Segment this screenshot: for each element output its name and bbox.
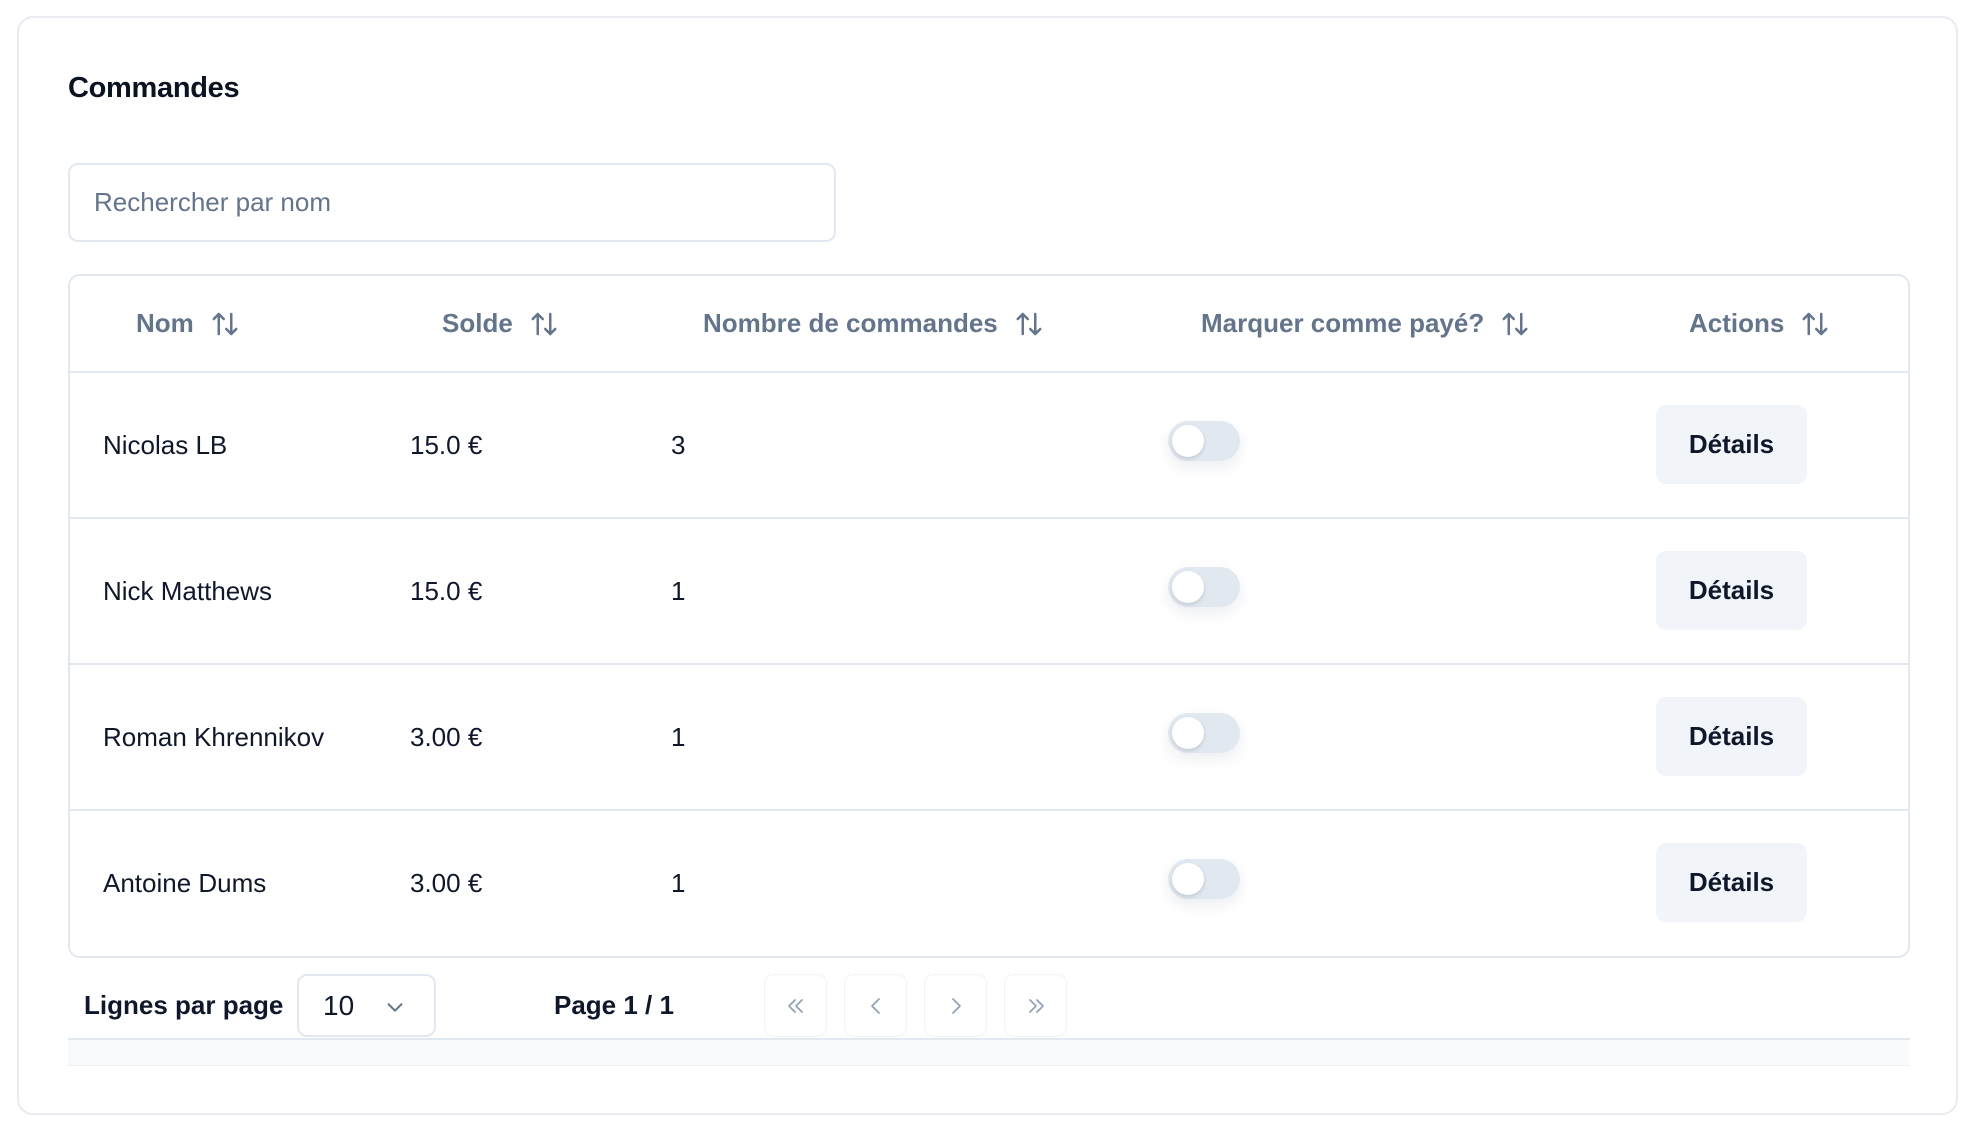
chevrons-right-icon — [1028, 998, 1044, 1013]
details-button[interactable]: Détails — [1656, 551, 1807, 630]
page-title: Commandes — [68, 72, 240, 104]
next-page-button[interactable] — [924, 974, 987, 1037]
page-indicator: Page 1 / 1 — [554, 990, 674, 1020]
cell-name: Antoine Dums — [103, 867, 267, 898]
cell-balance: 15.0 € — [410, 429, 483, 460]
column-header-label: Solde — [442, 308, 513, 338]
cell-order-count: 1 — [671, 721, 686, 752]
first-page-button[interactable] — [764, 974, 827, 1037]
sort-arrows-icon[interactable] — [1500, 309, 1530, 339]
column-header-label: Nom — [136, 308, 194, 338]
column-header-actions[interactable]: Actions — [1689, 276, 1830, 371]
cell-balance: 15.0 € — [410, 575, 483, 606]
cell-name: Nicolas LB — [103, 429, 228, 460]
rows-per-page-select[interactable]: 10 — [297, 974, 436, 1037]
toggle-knob — [1172, 571, 1204, 603]
toggle-knob — [1172, 863, 1204, 895]
cell-name: Nick Matthews — [103, 575, 273, 606]
details-button[interactable]: Détails — [1656, 697, 1807, 776]
rows-per-page-value: 10 — [323, 989, 355, 1021]
toggle-knob — [1172, 717, 1204, 749]
mark-paid-toggle[interactable] — [1168, 713, 1240, 753]
table-row: Nicolas LB 15.0 € 3 Détails — [70, 373, 1908, 519]
cell-order-count: 1 — [671, 575, 686, 606]
cell-order-count: 3 — [671, 429, 686, 460]
chevron-left-icon — [870, 997, 880, 1014]
mark-paid-toggle[interactable] — [1168, 567, 1240, 607]
column-header-label: Actions — [1689, 308, 1785, 338]
orders-table: Nom Solde Nombre de commandes Marquer co… — [68, 274, 1910, 958]
sort-arrows-icon[interactable] — [1014, 309, 1044, 339]
details-button[interactable]: Détails — [1656, 405, 1807, 484]
table-row: Antoine Dums 3.00 € 1 Détails — [70, 811, 1908, 956]
details-button[interactable]: Détails — [1656, 843, 1807, 922]
column-header-marquer-comme-paye[interactable]: Marquer comme payé? — [1201, 276, 1530, 371]
cell-order-count: 1 — [671, 867, 686, 898]
cell-balance: 3.00 € — [410, 721, 483, 752]
sort-arrows-icon[interactable] — [529, 309, 559, 339]
cell-balance: 3.00 € — [410, 867, 483, 898]
chevron-down-icon — [387, 1003, 403, 1012]
column-header-solde[interactable]: Solde — [442, 276, 559, 371]
table-row: Roman Khrennikov 3.00 € 1 Détails — [70, 665, 1908, 811]
table-footer-scrollbar — [68, 1038, 1910, 1066]
previous-page-button[interactable] — [844, 974, 907, 1037]
table-row: Nick Matthews 15.0 € 1 Détails — [70, 519, 1908, 665]
column-header-label: Marquer comme payé? — [1201, 308, 1485, 338]
cell-name: Roman Khrennikov — [103, 721, 325, 752]
mark-paid-toggle[interactable] — [1168, 421, 1240, 461]
toggle-knob — [1172, 425, 1204, 457]
sort-arrows-icon[interactable] — [1800, 309, 1830, 339]
orders-card: Commandes Nom Solde Nombre de commandes — [17, 16, 1958, 1115]
table-header: Nom Solde Nombre de commandes Marquer co… — [70, 276, 1908, 373]
sort-arrows-icon[interactable] — [210, 309, 240, 339]
column-header-label: Nombre de commandes — [703, 308, 998, 338]
column-header-nom[interactable]: Nom — [136, 276, 240, 371]
chevron-right-icon — [951, 997, 961, 1014]
search-input[interactable] — [68, 163, 836, 242]
last-page-button[interactable] — [1004, 974, 1067, 1037]
mark-paid-toggle[interactable] — [1168, 859, 1240, 899]
rows-per-page-label: Lignes par page — [84, 990, 284, 1020]
column-header-nombre-de-commandes[interactable]: Nombre de commandes — [703, 276, 1044, 371]
pagination: Lignes par page 10 Page 1 / 1 — [68, 974, 1910, 1037]
chevrons-left-icon — [787, 998, 803, 1013]
